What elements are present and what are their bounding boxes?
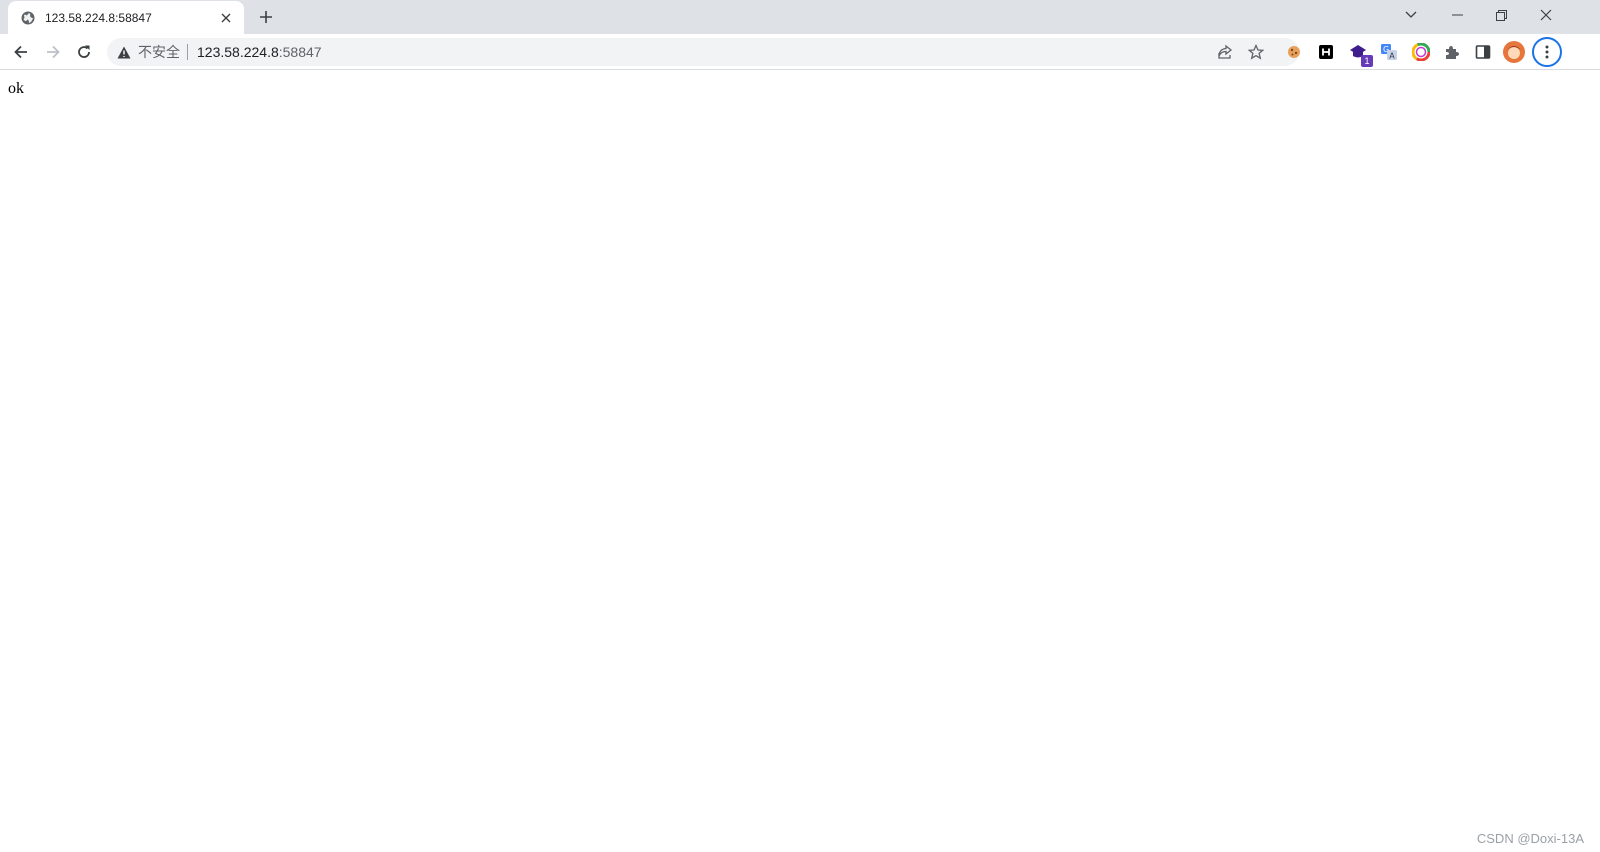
omnibox-divider [187, 44, 188, 60]
chrome-color-extension-icon[interactable] [1410, 41, 1432, 63]
forward-icon[interactable] [37, 36, 69, 68]
reload-icon[interactable] [68, 36, 100, 68]
browser-toolbar: 不安全 123.58.224.8:58847 1 GA [0, 34, 1600, 70]
address-bar[interactable]: 不安全 123.58.224.8:58847 [107, 38, 1299, 66]
page-body-text: ok [8, 80, 24, 97]
menu-kebab-icon[interactable] [1532, 37, 1562, 67]
svg-text:A: A [1389, 51, 1395, 60]
url-text[interactable]: 123.58.224.8:58847 [197, 44, 322, 60]
extension-badge: 1 [1361, 55, 1373, 67]
globe-icon [20, 10, 36, 26]
restore-icon[interactable] [1478, 0, 1524, 30]
close-tab-icon[interactable] [216, 8, 236, 28]
close-window-icon[interactable] [1523, 0, 1569, 30]
back-icon[interactable] [5, 36, 37, 68]
translate-extension-icon[interactable]: GA [1378, 41, 1400, 63]
tab-strip: 123.58.224.8:58847 [0, 0, 1600, 34]
bookmark-star-icon[interactable] [1244, 40, 1268, 64]
puzzle-icon[interactable] [1441, 41, 1463, 63]
new-tab-button[interactable] [253, 5, 279, 29]
cookie-extension-icon[interactable] [1283, 41, 1305, 63]
active-tab[interactable]: 123.58.224.8:58847 [8, 1, 244, 34]
security-label[interactable]: 不安全 [138, 42, 180, 62]
purple-extension-icon[interactable]: 1 [1347, 41, 1373, 67]
side-panel-icon[interactable] [1472, 41, 1494, 63]
minimize-icon[interactable] [1434, 0, 1480, 30]
warning-icon[interactable] [116, 44, 132, 60]
h-extension-icon[interactable] [1315, 41, 1337, 63]
tab-title: 123.58.224.8:58847 [45, 10, 152, 25]
profile-avatar[interactable] [1503, 41, 1525, 63]
watermark: CSDN @Doxi-13A [1476, 831, 1584, 846]
tab-search-icon[interactable] [1388, 0, 1434, 30]
share-icon[interactable] [1213, 40, 1237, 64]
url-host: 123.58.224.8 [197, 44, 279, 60]
url-port: :58847 [278, 44, 322, 60]
